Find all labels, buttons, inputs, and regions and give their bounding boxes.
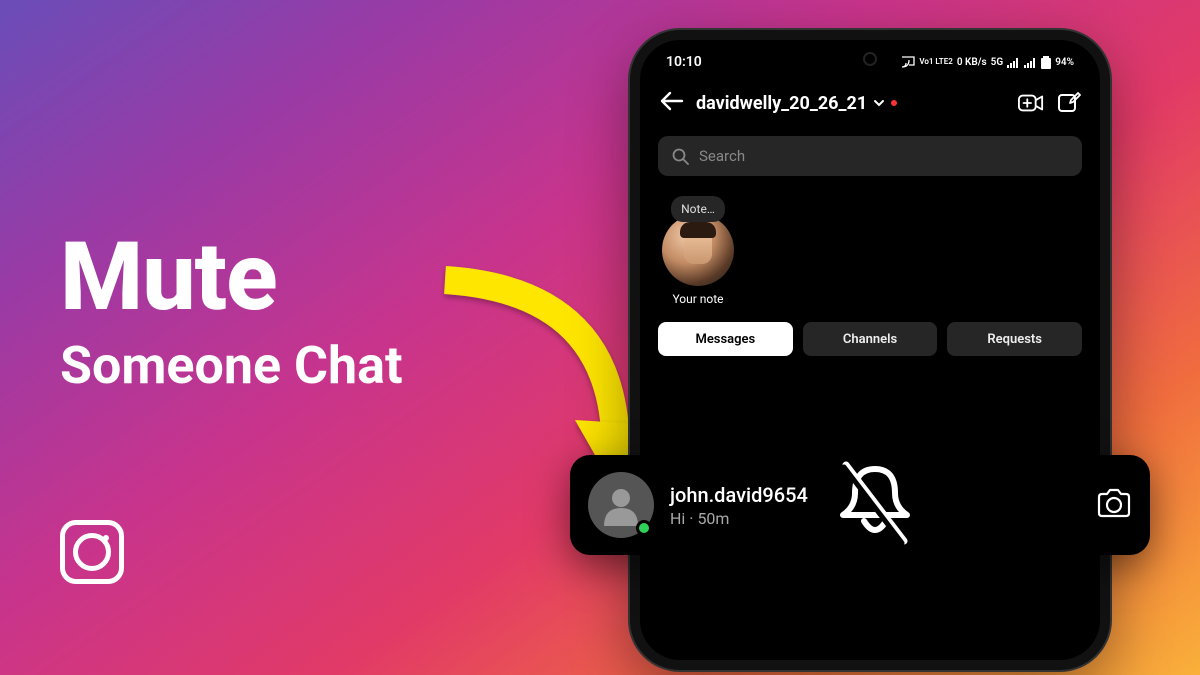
signal-icon-2 (1024, 57, 1037, 68)
chat-tabs: Messages Channels Requests (640, 314, 1100, 370)
signal-icon (1007, 57, 1020, 68)
muted-indicator (828, 461, 922, 549)
notes-row: Note… Your note (640, 190, 1100, 314)
note-caption: Your note (672, 292, 723, 306)
compose-button[interactable] (1056, 90, 1082, 116)
status-right: Vo1 LTE2 0 KB/s 5G 94% (901, 56, 1074, 69)
phone-mockup: 10:10 Vo1 LTE2 0 KB/s 5G 94% davidwelly_… (630, 30, 1110, 670)
headline-line2: Someone Chat (60, 335, 403, 396)
person-icon (600, 484, 642, 526)
back-button[interactable] (658, 90, 684, 116)
notification-dot-icon (891, 100, 897, 106)
instagram-logo-icon (60, 520, 124, 584)
bell-slash-icon (828, 461, 922, 545)
chat-row[interactable]: john.david9654 Hi · 50m (570, 455, 1150, 555)
battery-icon (1041, 56, 1051, 69)
tab-messages[interactable]: Messages (658, 322, 793, 356)
avatar (662, 214, 734, 286)
compose-icon (1057, 91, 1081, 115)
headline-line1: Mute (60, 230, 403, 325)
tab-requests[interactable]: Requests (947, 322, 1082, 356)
video-plus-icon (1018, 91, 1044, 115)
presence-dot-icon (636, 520, 652, 536)
camera-icon (1096, 487, 1132, 519)
status-battery: 94% (1055, 57, 1074, 68)
tab-channels[interactable]: Channels (803, 322, 938, 356)
camera-button[interactable] (1096, 487, 1132, 523)
chat-avatar (588, 472, 654, 538)
header-username: davidwelly_20_26_21 (696, 93, 867, 114)
search-placeholder: Search (699, 147, 745, 165)
video-call-button[interactable] (1018, 90, 1044, 116)
chat-name: john.david9654 (670, 483, 808, 507)
search-input[interactable]: Search (658, 136, 1082, 176)
your-note[interactable]: Note… Your note (658, 196, 738, 306)
app-header: davidwelly_20_26_21 (640, 76, 1100, 126)
status-time: 10:10 (666, 54, 702, 70)
status-data: 0 KB/s (957, 57, 987, 68)
chevron-down-icon (873, 98, 885, 108)
search-icon (672, 148, 689, 165)
chat-text: john.david9654 Hi · 50m (670, 483, 808, 528)
status-bar: 10:10 Vo1 LTE2 0 KB/s 5G 94% (640, 40, 1100, 76)
account-switcher[interactable]: davidwelly_20_26_21 (696, 93, 1006, 114)
chat-subtitle: Hi · 50m (670, 509, 808, 528)
status-network: 5G (991, 57, 1004, 68)
note-bubble: Note… (671, 196, 725, 222)
status-lte: Vo1 LTE2 (919, 58, 953, 66)
headline: Mute Someone Chat (60, 230, 403, 396)
arrow-left-icon (658, 90, 684, 112)
cast-icon (901, 56, 915, 68)
camera-hole-icon (863, 52, 877, 66)
